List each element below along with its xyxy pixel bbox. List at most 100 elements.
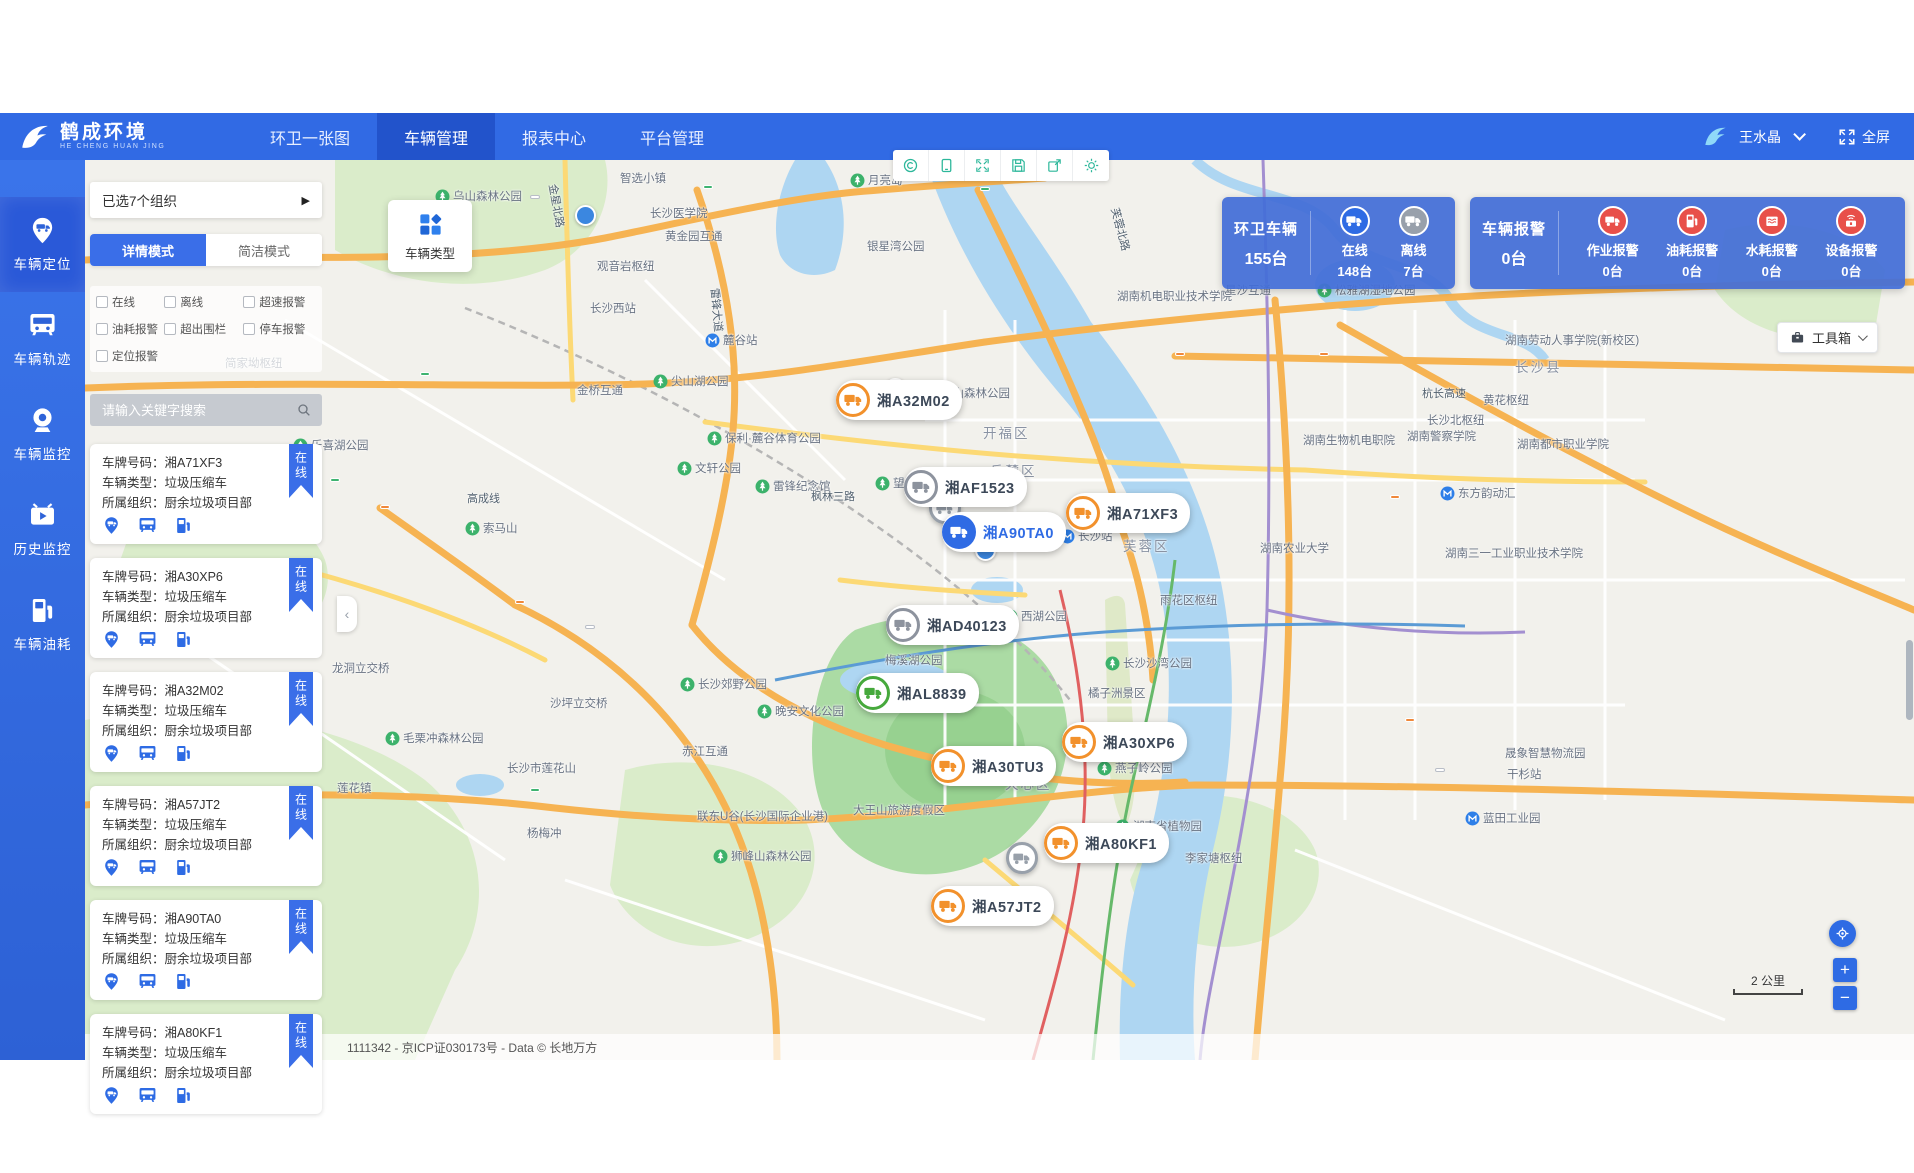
toolbox-button[interactable]: 工具箱 <box>1777 322 1878 353</box>
track-vehicle-icon[interactable] <box>138 972 157 991</box>
sidebar-item-vehicle-location[interactable]: 车辆定位 <box>0 197 85 292</box>
zoom-out-button[interactable]: − <box>1833 986 1857 1010</box>
plate-value: 湘A57JT2 <box>165 798 221 812</box>
sidebar-item-vehicle-fuel[interactable]: 车辆油耗 <box>0 577 85 672</box>
save-tool-icon[interactable] <box>1001 150 1037 181</box>
vehicle-marker[interactable]: 湘A30TU3 <box>931 746 1056 786</box>
vehicle-marker-covered[interactable] <box>1006 842 1038 874</box>
filter-checkbox[interactable]: 定位报警 <box>96 348 164 364</box>
vehicle-marker[interactable]: 湘A30XP6 <box>1062 722 1187 762</box>
org-selector[interactable]: 已选7个组织 ▶ <box>90 182 322 218</box>
filter-checkbox[interactable]: 在线 <box>96 294 164 310</box>
road-shield <box>420 372 430 376</box>
alarm-stats-title: 车辆报警 <box>1470 218 1558 239</box>
checkbox-icon[interactable] <box>96 350 108 362</box>
fullscreen-button[interactable]: 全屏 <box>1838 127 1890 147</box>
fuel-vehicle-icon[interactable] <box>174 972 193 991</box>
share-tool-icon[interactable] <box>1037 150 1073 181</box>
truck-icon <box>1066 496 1100 530</box>
locate-button[interactable] <box>1829 920 1856 947</box>
poi-icon <box>1097 761 1112 776</box>
vehicle-marker[interactable]: 湘A90TA0 <box>942 512 1066 552</box>
map-canvas[interactable]: 智选小镇 乌山森林公园 月亮岛 长沙医学院 黄金园互通 银星湾公园 观音岩枢纽 <box>85 160 1914 1060</box>
user-name[interactable]: 王水晶 <box>1739 127 1781 147</box>
locate-vehicle-icon[interactable] <box>102 1086 121 1105</box>
vehicle-marker[interactable]: 湘AD40123 <box>886 605 1019 645</box>
checkbox-icon[interactable] <box>96 323 108 335</box>
checkbox-icon[interactable] <box>164 296 176 308</box>
map-poi: 长沙郊野公园 <box>680 676 767 692</box>
vehicle-marker[interactable]: 湘AL8839 <box>856 673 979 713</box>
mode-tab[interactable]: 简洁模式 <box>206 234 322 266</box>
measure-tool-icon[interactable] <box>893 150 929 181</box>
vehicle-card[interactable]: 在线 车牌号码：湘A90TA0 车辆类型：垃圾压缩车 所属组织：厨余垃圾项目部 <box>90 900 322 1000</box>
fuel-vehicle-icon[interactable] <box>174 630 193 649</box>
type-value: 垃圾压缩车 <box>165 590 228 604</box>
filter-checkbox[interactable]: 超速报警 <box>243 294 316 310</box>
locate-vehicle-icon[interactable] <box>102 516 121 535</box>
fleet-stat-col: 在线 148台 <box>1337 206 1372 280</box>
track-vehicle-icon[interactable] <box>138 1086 157 1105</box>
vehicle-card[interactable]: 在线 车牌号码：湘A57JT2 车辆类型：垃圾压缩车 所属组织：厨余垃圾项目部 <box>90 786 322 886</box>
checkbox-icon[interactable] <box>243 323 255 335</box>
road-shield <box>1175 352 1185 356</box>
vehicle-card[interactable]: 在线 车牌号码：湘A32M02 车辆类型：垃圾压缩车 所属组织：厨余垃圾项目部 <box>90 672 322 772</box>
search-icon[interactable] <box>296 402 312 418</box>
filter-checkbox[interactable]: 超出围栏 <box>164 321 243 337</box>
filter-checkbox[interactable]: 停车报警 <box>243 321 316 337</box>
device-tool-icon[interactable] <box>929 150 965 181</box>
chevron-down-icon[interactable] <box>1793 128 1806 141</box>
fuel-vehicle-icon[interactable] <box>174 1086 193 1105</box>
vehicle-marker[interactable]: 湘A57JT2 <box>931 886 1054 926</box>
nav-item[interactable]: 报表中心 <box>495 113 613 160</box>
page-scrollbar[interactable] <box>1906 640 1913 720</box>
track-vehicle-icon[interactable] <box>138 516 157 535</box>
road-shield <box>703 185 713 189</box>
expand-tool-icon[interactable] <box>965 150 1001 181</box>
map-poi: 银星湾公园 <box>867 238 925 254</box>
map-poi: 长沙沙湾公园 <box>1105 655 1192 671</box>
nav-item[interactable]: 平台管理 <box>613 113 731 160</box>
filter-checkbox[interactable]: 油耗报警 <box>96 321 164 337</box>
map-poi: 湖南三一工业职业技术学院 <box>1445 545 1583 561</box>
map-poi: 长沙北枢纽 <box>1427 412 1485 428</box>
fuel-vehicle-icon[interactable] <box>174 858 193 877</box>
track-vehicle-icon[interactable] <box>138 630 157 649</box>
plate-value: 湘A30XP6 <box>165 570 223 584</box>
sidebar-item-history-monitor[interactable]: 历史监控 <box>0 482 85 577</box>
settings-tool-icon[interactable] <box>1073 150 1109 181</box>
vehicle-marker[interactable]: 湘A71XF3 <box>1066 493 1190 533</box>
user-avatar-icon[interactable] <box>1702 123 1729 150</box>
vehicle-marker[interactable]: 湘A32M02 <box>836 380 962 420</box>
fuel-vehicle-icon[interactable] <box>174 516 193 535</box>
vehicle-card[interactable]: 在线 车牌号码：湘A80KF1 车辆类型：垃圾压缩车 所属组织：厨余垃圾项目部 <box>90 1014 322 1114</box>
truck-status-icon <box>1399 206 1429 236</box>
panel-collapse-handle[interactable]: ‹ <box>337 596 357 632</box>
locate-vehicle-icon[interactable] <box>102 744 121 763</box>
mode-tab[interactable]: 详情模式 <box>90 234 206 266</box>
zoom-in-button[interactable]: + <box>1833 958 1857 982</box>
fuel-vehicle-icon[interactable] <box>174 744 193 763</box>
vehicle-marker[interactable]: 湘A80KF1 <box>1044 823 1169 863</box>
vehicle-type-button[interactable]: 车辆类型 <box>388 200 472 272</box>
search-input[interactable] <box>90 394 322 426</box>
vehicle-card[interactable]: 在线 车牌号码：湘A30XP6 车辆类型：垃圾压缩车 所属组织：厨余垃圾项目部 <box>90 558 322 658</box>
checkbox-icon[interactable] <box>164 323 176 335</box>
locate-vehicle-icon[interactable] <box>102 630 121 649</box>
filter-checkbox[interactable]: 离线 <box>164 294 243 310</box>
map-poi: 蓝田工业园 <box>1465 810 1541 826</box>
checkbox-icon[interactable] <box>243 296 255 308</box>
nav-item[interactable]: 环卫一张图 <box>243 113 377 160</box>
vehicle-card[interactable]: 在线 车牌号码：湘A71XF3 车辆类型：垃圾压缩车 所属组织：厨余垃圾项目部 <box>90 444 322 544</box>
sidebar-item-vehicle-track[interactable]: 车辆轨迹 <box>0 292 85 387</box>
status-filters: 在线 离线 超速报警 油耗报警 超出围栏 停车报警 定位报警 <box>90 286 322 372</box>
sidebar-item-vehicle-monitor[interactable]: 车辆监控 <box>0 387 85 482</box>
locate-vehicle-icon[interactable] <box>102 972 121 991</box>
track-vehicle-icon[interactable] <box>138 744 157 763</box>
checkbox-icon[interactable] <box>96 296 108 308</box>
locate-vehicle-icon[interactable] <box>102 858 121 877</box>
parking-marker[interactable] <box>575 205 596 226</box>
nav-item[interactable]: 车辆管理 <box>377 113 495 160</box>
track-vehicle-icon[interactable] <box>138 858 157 877</box>
vehicle-marker[interactable]: 湘AF1523 <box>904 467 1027 507</box>
